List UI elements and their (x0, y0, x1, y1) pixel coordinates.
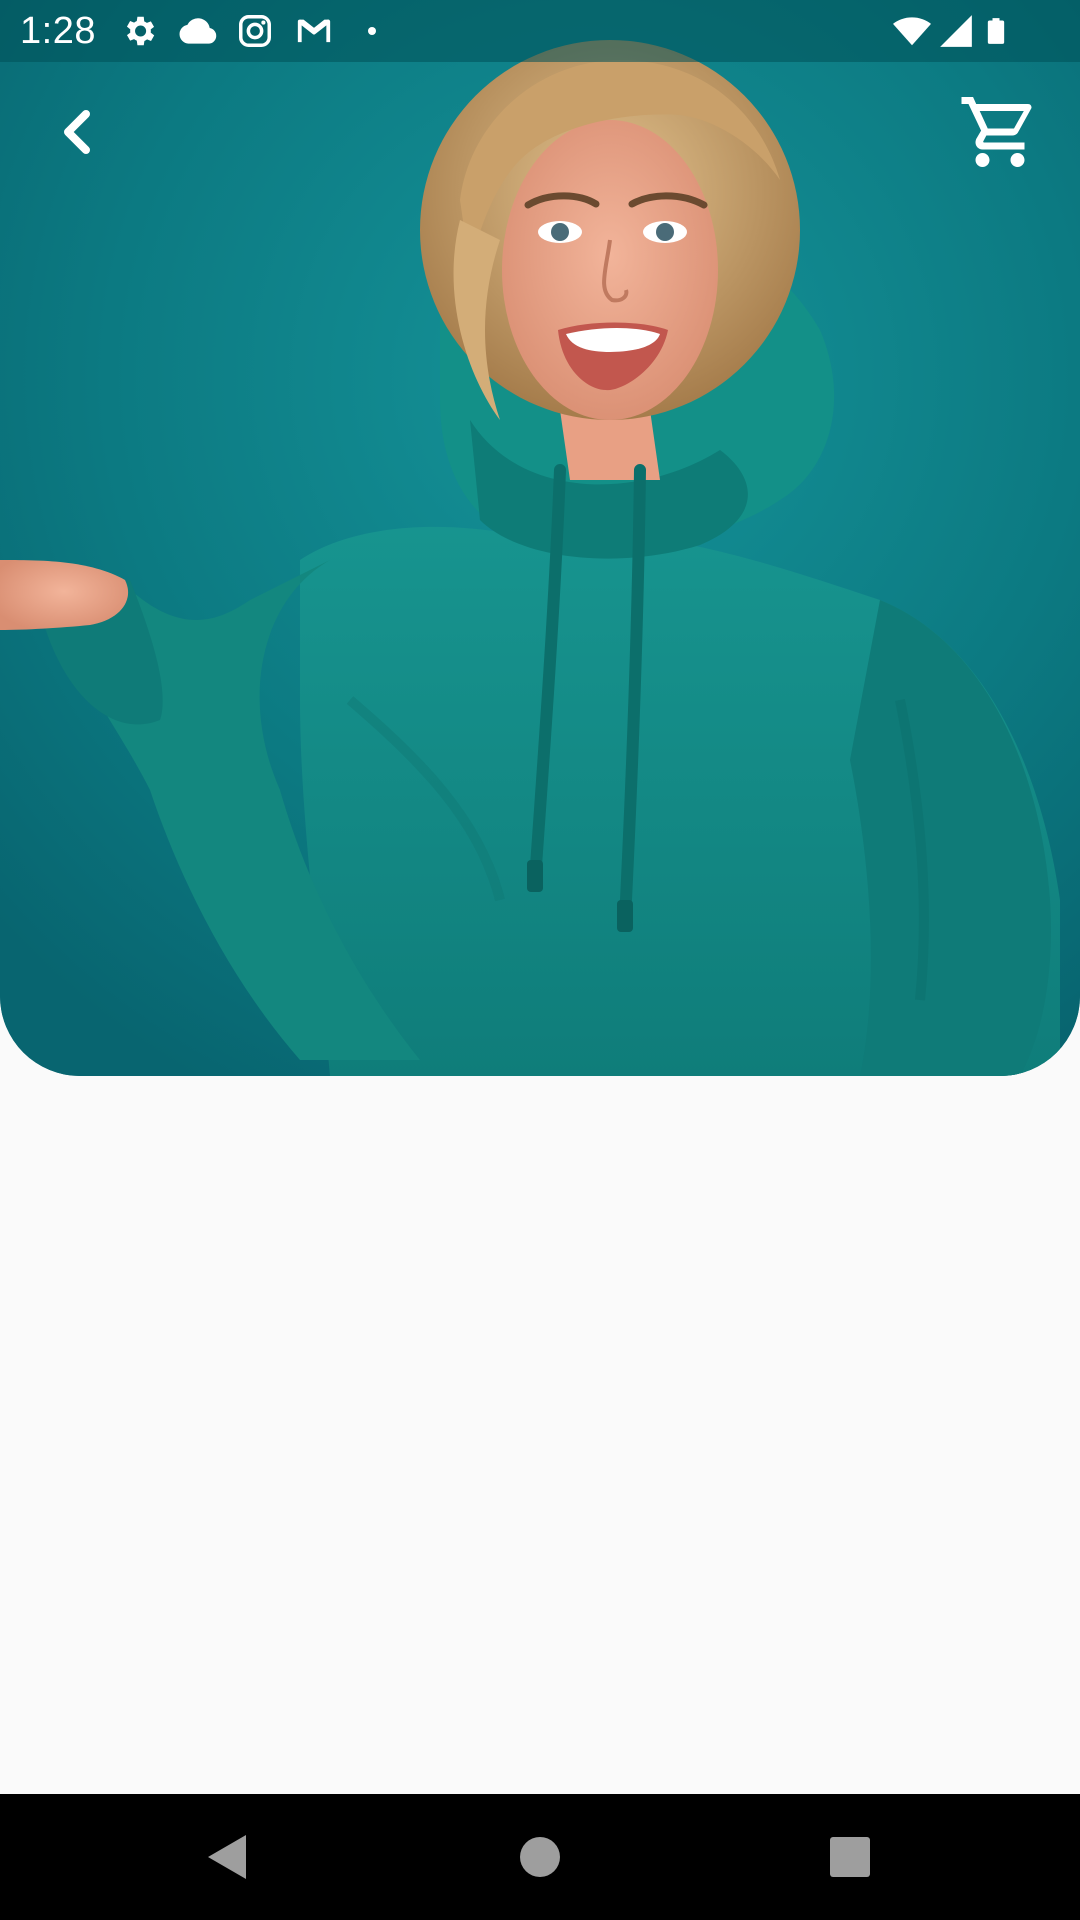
instagram-icon (236, 12, 274, 50)
back-triangle-icon (208, 1835, 246, 1879)
notification-dot-icon (360, 12, 384, 50)
nav-back-button[interactable] (200, 1827, 260, 1887)
gear-icon (120, 12, 158, 50)
cloud-icon (178, 12, 218, 50)
home-circle-icon (520, 1837, 560, 1877)
product-photo (0, 0, 1080, 1076)
wifi-icon (890, 12, 934, 50)
status-time: 1:28 (20, 10, 96, 52)
battery-icon (982, 12, 1010, 50)
cell-signal-icon (936, 12, 976, 50)
back-button[interactable] (40, 96, 120, 168)
system-navigation-bar (0, 1794, 1080, 1920)
chevron-left-icon (64, 110, 90, 154)
product-detail-screen: 1:28 (0, 0, 1080, 1920)
product-hero-image (0, 0, 1080, 1076)
shopping-cart-icon (961, 97, 1032, 167)
gmail-icon (294, 12, 334, 50)
nav-home-button[interactable] (510, 1827, 570, 1887)
cart-button[interactable] (952, 90, 1048, 174)
status-bar: 1:28 (0, 0, 1080, 62)
nav-recents-button[interactable] (820, 1827, 880, 1887)
recents-square-icon (830, 1837, 870, 1877)
